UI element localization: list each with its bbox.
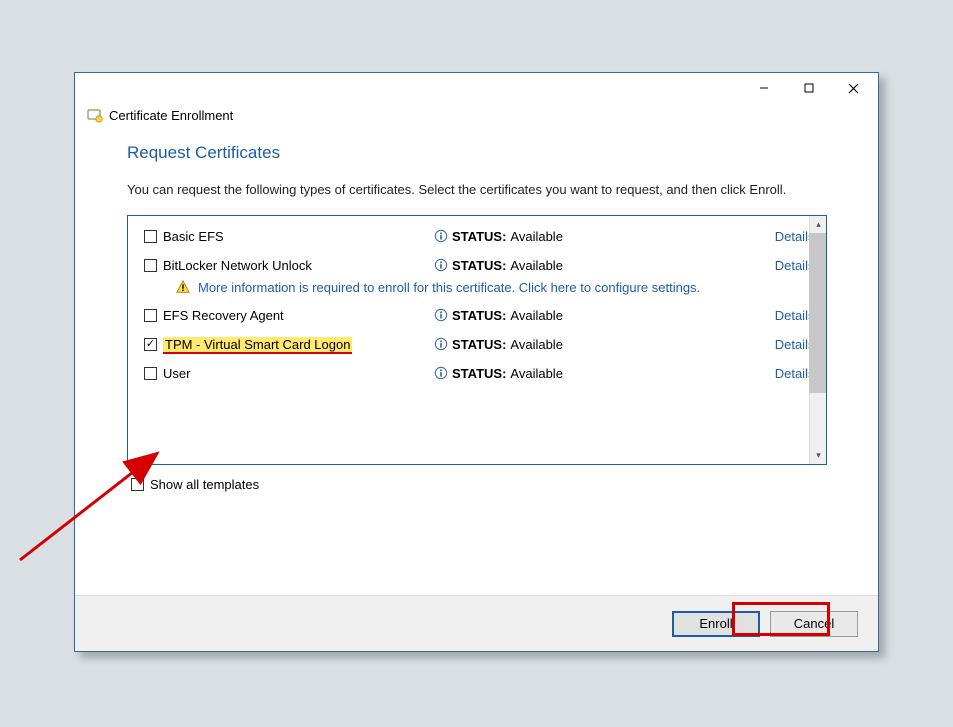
status-value: Available — [510, 366, 563, 381]
titlebar — [75, 73, 878, 103]
template-name-cell: EFS Recovery Agent — [144, 308, 434, 323]
wizard-title: Certificate Enrollment — [109, 108, 233, 123]
template-name-cell: Basic EFS — [144, 229, 434, 244]
scroll-up-arrow[interactable]: ▴ — [810, 216, 827, 233]
vertical-scrollbar[interactable]: ▴ ▾ — [809, 216, 826, 464]
wizard-header: Certificate Enrollment — [75, 103, 878, 133]
template-name[interactable]: Basic EFS — [163, 229, 224, 244]
template-row: BitLocker Network Unlock STATUS: Availab… — [128, 251, 809, 280]
template-name[interactable]: EFS Recovery Agent — [163, 308, 284, 323]
warning-icon — [176, 280, 190, 294]
show-all-templates-row: Show all templates — [127, 465, 826, 492]
status-label: STATUS: — [452, 308, 506, 323]
window-controls — [741, 74, 876, 102]
scroll-down-arrow[interactable]: ▾ — [810, 447, 827, 464]
cancel-button[interactable]: Cancel — [770, 611, 858, 637]
details-toggle[interactable]: Details ▾ — [714, 229, 824, 244]
template-list: Basic EFS STATUS: AvailableDetails ▾BitL… — [127, 215, 827, 465]
wizard-footer: Enroll Cancel — [75, 595, 878, 651]
template-row: User STATUS: AvailableDetails ▾ — [128, 359, 809, 388]
template-checkbox[interactable] — [144, 309, 157, 322]
template-row: EFS Recovery Agent STATUS: AvailableDeta… — [128, 301, 809, 330]
template-row: Basic EFS STATUS: AvailableDetails ▾ — [128, 222, 809, 251]
status-cell: STATUS: Available — [434, 258, 714, 273]
show-all-checkbox[interactable] — [131, 478, 144, 491]
status-value: Available — [510, 229, 563, 244]
template-name-cell: TPM - Virtual Smart Card Logon — [144, 337, 434, 352]
info-icon — [434, 258, 448, 272]
page-heading: Request Certificates — [127, 143, 826, 163]
template-list-body: Basic EFS STATUS: AvailableDetails ▾BitL… — [128, 216, 809, 464]
status-value: Available — [510, 308, 563, 323]
warning-text: More information is required to enroll f… — [198, 280, 700, 295]
maximize-button[interactable] — [786, 74, 831, 102]
details-toggle[interactable]: Details ▾ — [714, 258, 824, 273]
info-icon — [434, 366, 448, 380]
status-label: STATUS: — [452, 366, 506, 381]
certificate-icon — [87, 107, 103, 123]
status-cell: STATUS: Available — [434, 337, 714, 352]
template-checkbox[interactable] — [144, 230, 157, 243]
status-label: STATUS: — [452, 258, 506, 273]
show-all-label: Show all templates — [150, 477, 259, 492]
template-name-cell: User — [144, 366, 434, 381]
status-label: STATUS: — [452, 337, 506, 352]
status-label: STATUS: — [452, 229, 506, 244]
status-value: Available — [510, 337, 563, 352]
enroll-button[interactable]: Enroll — [672, 611, 760, 637]
minimize-button[interactable] — [741, 74, 786, 102]
status-cell: STATUS: Available — [434, 366, 714, 381]
template-name-cell: BitLocker Network Unlock — [144, 258, 434, 273]
details-toggle[interactable]: Details ▾ — [714, 337, 824, 352]
template-checkbox[interactable] — [144, 259, 157, 272]
close-button[interactable] — [831, 74, 876, 102]
scroll-thumb[interactable] — [809, 233, 826, 393]
status-cell: STATUS: Available — [434, 229, 714, 244]
info-icon — [434, 308, 448, 322]
info-icon — [434, 337, 448, 351]
template-row: TPM - Virtual Smart Card Logon STATUS: A… — [128, 330, 809, 359]
template-name[interactable]: TPM - Virtual Smart Card Logon — [163, 337, 352, 352]
template-checkbox[interactable] — [144, 338, 157, 351]
status-cell: STATUS: Available — [434, 308, 714, 323]
certificate-enrollment-window: Certificate Enrollment Request Certifica… — [74, 72, 879, 652]
details-toggle[interactable]: Details ▾ — [714, 366, 824, 381]
enrollment-warning-link[interactable]: More information is required to enroll f… — [128, 280, 809, 301]
template-name[interactable]: User — [163, 366, 190, 381]
page-instructions: You can request the following types of c… — [127, 181, 826, 199]
template-checkbox[interactable] — [144, 367, 157, 380]
details-toggle[interactable]: Details ▾ — [714, 308, 824, 323]
info-icon — [434, 229, 448, 243]
annotation-underline — [163, 352, 352, 354]
template-name[interactable]: BitLocker Network Unlock — [163, 258, 312, 273]
wizard-content: Request Certificates You can request the… — [75, 133, 878, 492]
status-value: Available — [510, 258, 563, 273]
